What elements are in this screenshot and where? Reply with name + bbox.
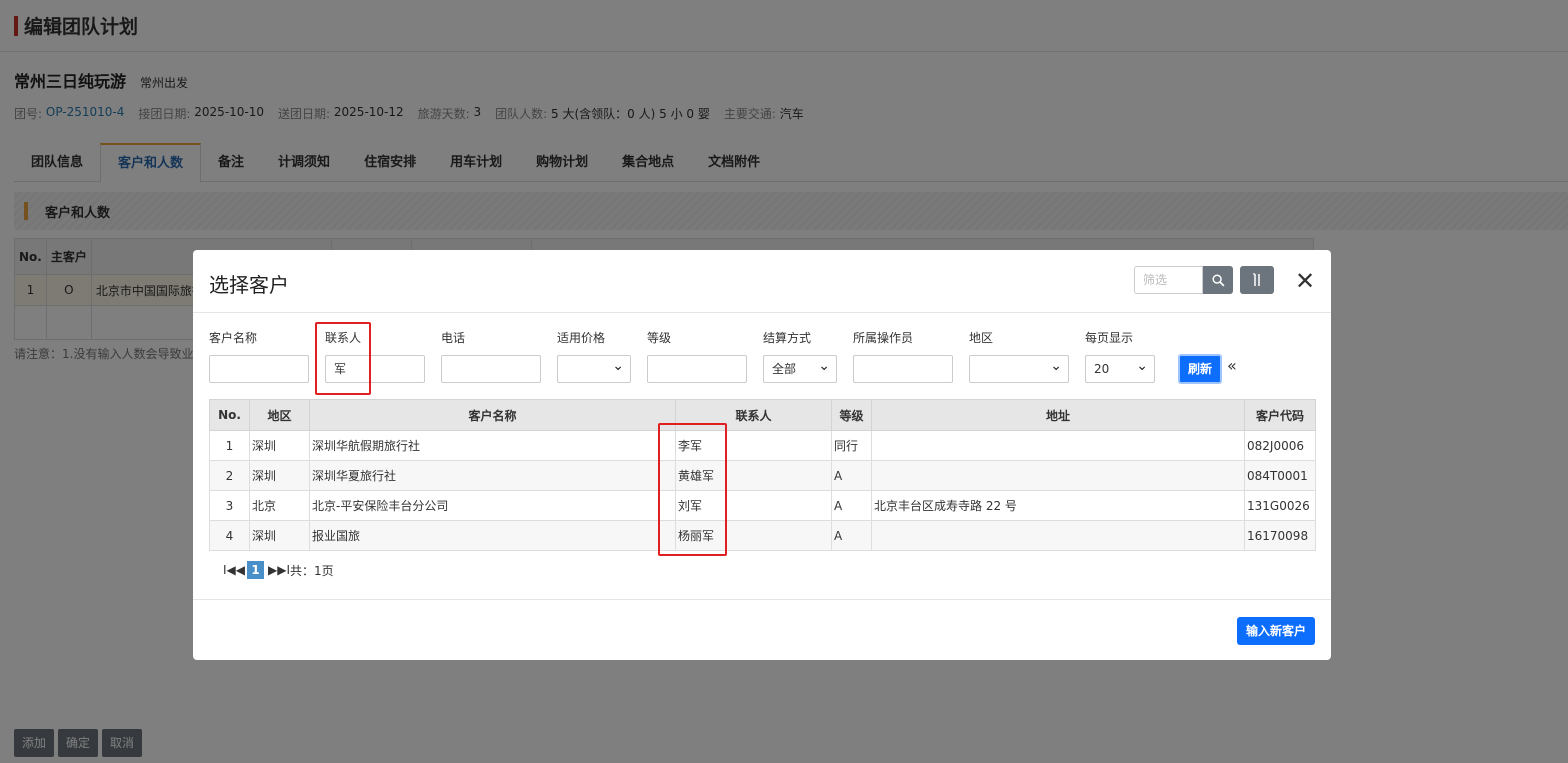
phone-input[interactable] [441, 355, 541, 383]
row-address [871, 520, 1245, 551]
prev-page-icon[interactable]: ◀ [236, 563, 245, 577]
row-level: A [831, 490, 872, 521]
col-address: 地址 [871, 399, 1245, 431]
col-customer-name: 客户名称 [309, 399, 676, 431]
total-pages: 共：1页 [290, 563, 334, 578]
row-address [871, 460, 1245, 491]
customer-name-group: 客户名称 [209, 330, 309, 383]
customer-name-input[interactable] [209, 355, 309, 383]
filter-input[interactable] [1134, 266, 1203, 294]
next-page-icon[interactable]: ▶ [268, 563, 277, 577]
col-no: No. [209, 399, 250, 431]
price-select[interactable] [557, 353, 631, 383]
col-code: 客户代码 [1244, 399, 1316, 431]
settlement-group: 结算方式 全部 [763, 330, 837, 383]
price-label: 适用价格 [557, 331, 606, 345]
row-region: 北京 [249, 490, 310, 521]
first-page-icon[interactable]: I◀ [223, 563, 236, 577]
price-group: 适用价格 [557, 330, 631, 383]
close-icon[interactable]: ✕ [1295, 267, 1315, 295]
col-region: 地区 [249, 399, 310, 431]
operator-input[interactable] [853, 355, 953, 383]
row-code: 16170098 [1244, 520, 1316, 551]
per-page-label: 每页显示 [1085, 331, 1134, 345]
row-level: A [831, 460, 872, 491]
current-page[interactable]: 1 [247, 561, 265, 579]
contact-column-highlight [658, 423, 727, 556]
phone-label: 电话 [441, 331, 466, 345]
pagination: I◀ ◀ 1 ▶ ▶I 共：1页 [223, 561, 334, 579]
customer-name-label: 客户名称 [209, 331, 258, 345]
region-group: 地区 [969, 330, 1069, 383]
row-customer-name: 报业国旅 [309, 520, 676, 551]
row-code: 131G0026 [1244, 490, 1316, 521]
level-group: 等级 [647, 330, 747, 383]
col-level: 等级 [831, 399, 872, 431]
region-select[interactable] [969, 353, 1069, 383]
search-form: 客户名称 联系人 军 电话 适用价格 等级 结算方式 全部 所属操作员 地区 [209, 330, 1331, 390]
settlement-label: 结算方式 [763, 331, 812, 345]
row-region: 深圳 [249, 520, 310, 551]
per-page-group: 每页显示 20 [1085, 330, 1155, 383]
collapse-icon[interactable]: « [1227, 356, 1237, 375]
select-customer-modal: 选择客户 ✕ 客户名称 联系人 军 电话 适用价格 等级 [193, 250, 1331, 660]
row-region: 深圳 [249, 460, 310, 491]
operator-group: 所属操作员 [853, 330, 953, 383]
row-address [871, 430, 1245, 461]
row-level: 同行 [831, 430, 872, 461]
row-no: 1 [209, 430, 250, 461]
row-customer-name: 深圳华航假期旅行社 [309, 430, 676, 461]
table-row[interactable]: 3 北京 北京-平安保险丰台分公司 刘军 A 北京丰台区成寿寺路 22 号 13… [209, 490, 1316, 521]
row-no: 3 [209, 490, 250, 521]
row-region: 深圳 [249, 430, 310, 461]
level-label: 等级 [647, 331, 672, 345]
columns-icon [1253, 273, 1260, 286]
modal-header: 选择客户 ✕ [193, 250, 1331, 313]
search-icon [1211, 273, 1224, 286]
per-page-select[interactable]: 20 [1085, 353, 1155, 383]
search-button[interactable] [1203, 266, 1233, 294]
operator-label: 所属操作员 [853, 331, 914, 345]
row-level: A [831, 520, 872, 551]
table-row[interactable]: 1 深圳 深圳华航假期旅行社 李军 同行 082J0006 [209, 430, 1316, 461]
customer-results-table: No. 地区 客户名称 联系人 等级 地址 客户代码 1 深圳 深圳华航假期旅行… [209, 399, 1316, 551]
table-row[interactable]: 4 深圳 报业国旅 杨丽军 A 16170098 [209, 520, 1316, 551]
column-toggle-button[interactable] [1240, 266, 1274, 294]
level-input[interactable] [647, 355, 747, 383]
row-code: 082J0006 [1244, 430, 1316, 461]
refresh-button[interactable]: 刷新 [1178, 354, 1222, 384]
last-page-icon[interactable]: ▶I [277, 563, 290, 577]
modal-title: 选择客户 [209, 273, 289, 297]
row-customer-name: 深圳华夏旅行社 [309, 460, 676, 491]
table-header-row: No. 地区 客户名称 联系人 等级 地址 客户代码 [209, 399, 1316, 431]
row-code: 084T0001 [1244, 460, 1316, 491]
phone-group: 电话 [441, 330, 541, 383]
settlement-select[interactable]: 全部 [763, 353, 837, 383]
region-label: 地区 [969, 331, 994, 345]
contact-filter-highlight [315, 322, 371, 395]
row-no: 2 [209, 460, 250, 491]
modal-footer: 输入新客户 [193, 599, 1331, 660]
new-customer-button[interactable]: 输入新客户 [1237, 617, 1315, 645]
row-no: 4 [209, 520, 250, 551]
row-address: 北京丰台区成寿寺路 22 号 [871, 490, 1245, 521]
row-customer-name: 北京-平安保险丰台分公司 [309, 490, 676, 521]
table-row[interactable]: 2 深圳 深圳华夏旅行社 黄雄军 A 084T0001 [209, 460, 1316, 491]
